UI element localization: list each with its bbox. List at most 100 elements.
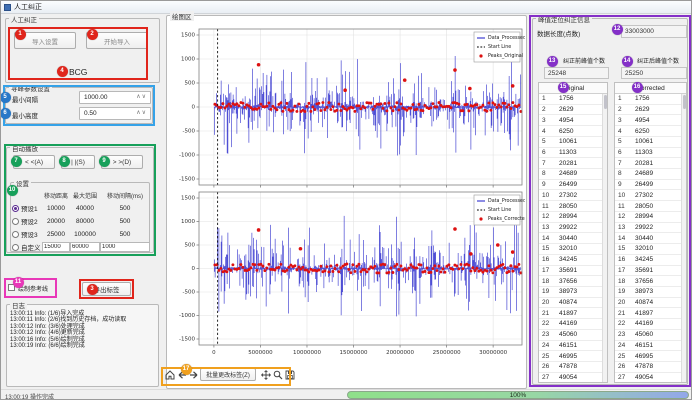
preset-value: 20000 (42, 218, 70, 225)
table-row[interactable]: 1837656 (539, 276, 602, 287)
preset-radio[interactable] (12, 231, 19, 238)
table-row[interactable]: 1027302 (539, 190, 602, 201)
table-row[interactable]: 2040874 (615, 298, 681, 309)
peak-params-group-label: 寻峰参数设置 (9, 83, 52, 93)
data-length-field[interactable]: 33003000 (621, 25, 687, 38)
table-row[interactable]: 611303 (539, 148, 602, 159)
preset-custom-input[interactable] (42, 242, 70, 252)
window-title: 人工纠正 (14, 2, 42, 12)
table-row[interactable]: 1735691 (539, 266, 602, 277)
table-row[interactable]: 1837656 (615, 276, 681, 287)
table-row[interactable]: 11756 (539, 94, 602, 105)
status-text: 13:00:19 操作完成 (5, 392, 54, 400)
table-row[interactable]: 2141897 (539, 308, 602, 319)
table-row[interactable]: 1430440 (539, 233, 602, 244)
table-row[interactable]: 2345060 (615, 330, 681, 341)
peaks-after-field[interactable]: 25250 (621, 67, 687, 79)
table-row[interactable]: 2446151 (615, 341, 681, 352)
zoom-icon[interactable] (272, 369, 283, 380)
table-row[interactable]: 510061 (615, 137, 681, 148)
original-table-header: Original (539, 83, 607, 94)
preset-value: 40000 (70, 205, 100, 212)
autoplay-group-label: 自动播放 (10, 143, 40, 153)
table-row[interactable]: 2345060 (539, 330, 602, 341)
table-row[interactable]: 1228994 (615, 212, 681, 223)
annotation-badge: 8 (59, 156, 70, 167)
table-row[interactable]: 1532010 (539, 244, 602, 255)
table-row[interactable]: 22629 (539, 105, 602, 116)
preset-custom-input[interactable] (100, 242, 150, 252)
table-row[interactable]: 1735691 (615, 266, 681, 277)
peaks-before-field[interactable]: 25248 (544, 67, 609, 79)
table-row[interactable]: 1128050 (539, 201, 602, 212)
table-row[interactable]: 2244169 (539, 319, 602, 330)
table-row[interactable]: 720281 (539, 158, 602, 169)
table-row[interactable]: 1329922 (615, 223, 681, 234)
table-row[interactable]: 46250 (539, 126, 602, 137)
spinner-arrows-icon[interactable]: ∧∨ (136, 93, 147, 100)
plot-area-group-label: 绘图区 (170, 11, 194, 21)
table-row[interactable]: 510061 (539, 137, 602, 148)
table-row[interactable]: 720281 (615, 158, 681, 169)
table-row[interactable]: 1634245 (539, 255, 602, 266)
preset-radio[interactable] (12, 205, 19, 212)
table-row[interactable]: 611303 (615, 148, 681, 159)
table-row[interactable]: 1228994 (539, 212, 602, 223)
spinner-arrows-icon[interactable]: ∧∨ (136, 109, 147, 116)
annotation-badge: 2 (87, 29, 98, 40)
table-row[interactable]: 2749054 (539, 373, 602, 382)
preset-label: 预设1 (21, 203, 38, 213)
min-height-label: 最小高度 (12, 110, 38, 120)
table-row[interactable]: 824689 (615, 169, 681, 180)
preset-radio[interactable] (12, 218, 19, 225)
table-row[interactable]: 2647878 (539, 362, 602, 373)
table-row[interactable]: 2244169 (615, 319, 681, 330)
table-row[interactable]: 926499 (615, 180, 681, 191)
table-row[interactable]: 1128050 (615, 201, 681, 212)
log-output: 13:00:11 Info: (1/6)导入完成 13:00:11 Info: … (10, 311, 154, 383)
min-interval-spinbox[interactable]: 1000.00 ∧∨ (79, 91, 151, 104)
preset-row: 预设22000080000500 (12, 215, 150, 227)
corrected-table-scrollbar[interactable] (681, 94, 686, 382)
table-row[interactable]: 2546995 (615, 351, 681, 362)
table-row[interactable]: 2647878 (615, 362, 681, 373)
batch-edit-labels-button[interactable]: 批量更改标签(Z) (200, 368, 256, 381)
table-row[interactable]: 1938973 (539, 287, 602, 298)
table-row[interactable]: 1938973 (615, 287, 681, 298)
original-table-scrollbar[interactable] (602, 94, 607, 382)
table-row[interactable]: 34954 (539, 115, 602, 126)
table-row[interactable]: 46250 (615, 126, 681, 137)
annotation-badge: 9 (99, 156, 110, 167)
manual-correction-group-label: 人工纠正 (9, 14, 39, 24)
table-row[interactable]: 1532010 (615, 244, 681, 255)
preset-label: 预设3 (21, 229, 38, 239)
corrected-peaks-table[interactable]: Corrected 117562262934954462505100616113… (614, 82, 687, 383)
table-row[interactable]: 1027302 (615, 190, 681, 201)
min-height-spinbox[interactable]: 0.50 ∧∨ (79, 107, 151, 120)
table-row[interactable]: 2749054 (615, 373, 681, 382)
table-row[interactable]: 11756 (615, 94, 681, 105)
title-bar: 人工纠正 (1, 1, 692, 14)
table-row[interactable]: 2141897 (615, 308, 681, 319)
table-row[interactable]: 2040874 (539, 298, 602, 309)
annotation-badge: 5 (0, 92, 11, 103)
home-icon[interactable] (164, 369, 175, 380)
table-row[interactable]: 2546995 (539, 351, 602, 362)
table-row[interactable]: 34954 (615, 115, 681, 126)
preset-row: 自定义 (12, 241, 150, 253)
table-row[interactable]: 1634245 (615, 255, 681, 266)
table-row[interactable]: 1430440 (615, 233, 681, 244)
preset-radio[interactable] (12, 244, 19, 251)
table-row[interactable]: 1329922 (539, 223, 602, 234)
annotation-badge: 14 (622, 56, 633, 67)
table-row[interactable]: 22629 (615, 105, 681, 116)
pan-icon[interactable] (260, 369, 271, 380)
preset-custom-input[interactable] (70, 242, 100, 252)
preset-value: 500 (100, 205, 150, 212)
original-peaks-table[interactable]: Original 1175622629349544625051006161130… (538, 82, 608, 383)
table-row[interactable]: 926499 (539, 180, 602, 191)
signal-charts-canvas[interactable] (168, 19, 525, 365)
save-icon[interactable] (284, 369, 295, 380)
table-row[interactable]: 824689 (539, 169, 602, 180)
table-row[interactable]: 2446151 (539, 341, 602, 352)
